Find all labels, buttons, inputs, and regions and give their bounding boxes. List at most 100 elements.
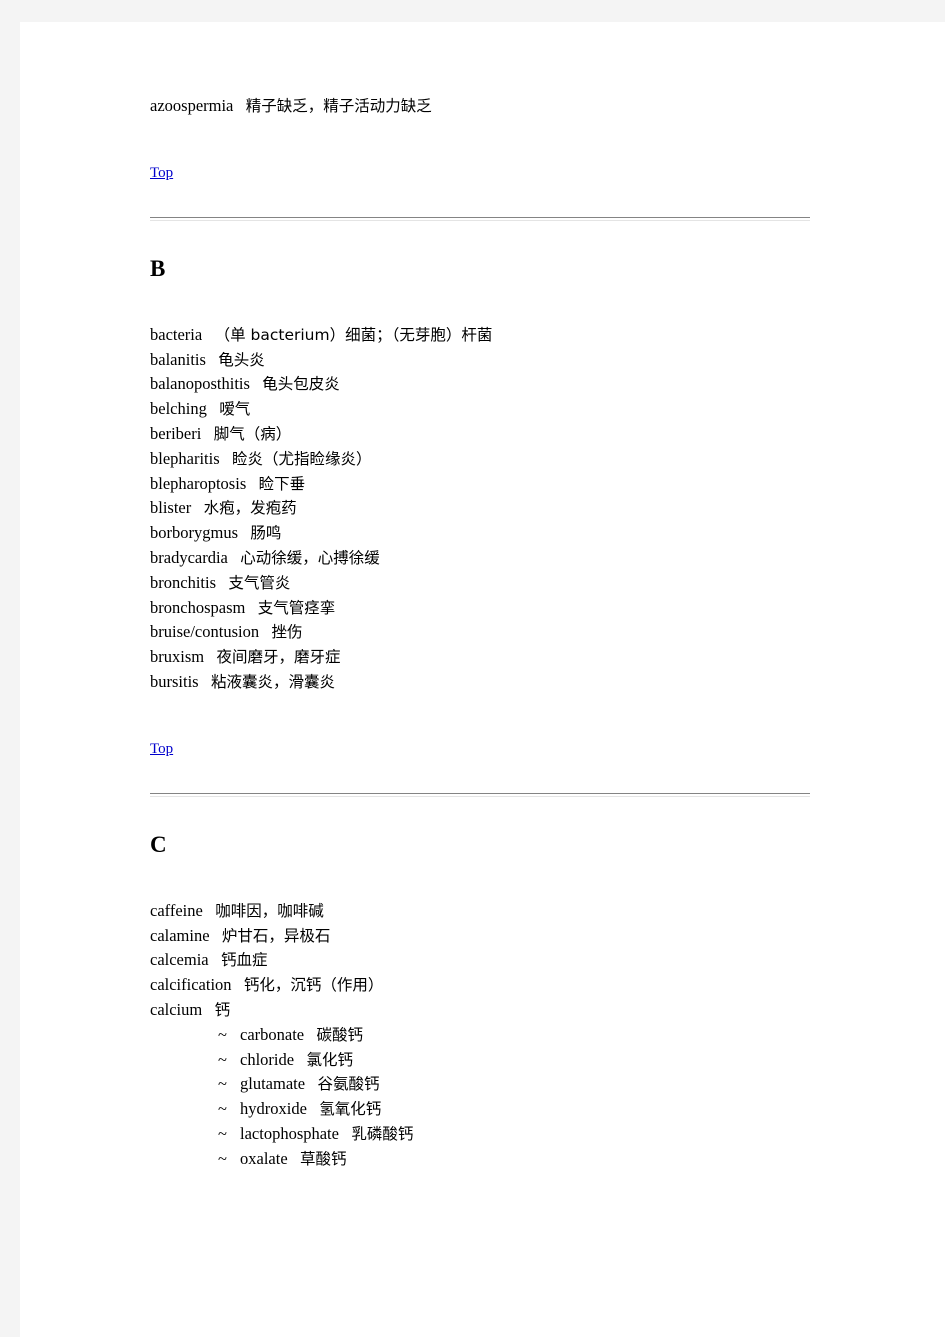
entry-term: carbonate: [240, 1024, 305, 1044]
entry-term: beriberi: [150, 423, 202, 443]
tilde-marker: ~: [218, 1024, 227, 1044]
entry-gloss: 乳磷酸钙: [351, 1124, 414, 1143]
entry-gloss: 支气管炎: [228, 573, 291, 592]
entry-term: azoospermia: [150, 96, 234, 115]
entry-term: bradycardia: [150, 547, 228, 567]
entry-gloss: 钙化，沉钙（作用）: [243, 976, 384, 995]
entry-spacer: [259, 622, 271, 641]
entry-gloss: 挫伤: [271, 623, 303, 642]
document-page: azoospermia 精子缺乏，精子活动力缺乏 Top B bacteria …: [20, 22, 945, 1337]
glossary-entry: bronchitis 支气管炎: [150, 571, 945, 596]
entry-spacer: [203, 901, 215, 920]
entry-term: chloride: [240, 1049, 295, 1069]
glossary-entry: blepharoptosis 睑下垂: [150, 472, 945, 497]
entry-term: blepharoptosis: [150, 473, 247, 493]
glossary-entry: blepharitis 睑炎（尤指睑缘炎）: [150, 447, 945, 472]
entry-list-b: bacteria （单 bacterium）细菌；（无芽胞）杆菌 balanit…: [150, 323, 945, 695]
glossary-entry: calamine 炉甘石，异极石: [150, 924, 945, 949]
entry-term: calcification: [150, 975, 232, 995]
glossary-entry: caffeine 咖啡因，咖啡碱: [150, 899, 945, 924]
entry-term: bruise/contusion: [150, 622, 260, 642]
entry-gloss: 炉甘石，异极石: [221, 926, 331, 945]
entry-gloss: 碳酸钙: [316, 1025, 364, 1044]
top-link-row-b: Top: [150, 739, 945, 759]
glossary-entry: blister 水疱，发疱药: [150, 496, 945, 521]
entry-term: calamine: [150, 925, 210, 945]
entry-spacer: [220, 449, 232, 468]
document-body: azoospermia 精子缺乏，精子活动力缺乏 Top B bacteria …: [20, 22, 945, 1172]
entry-gloss: 龟头包皮炎: [262, 375, 340, 394]
entry-gloss: 草酸钙: [300, 1149, 347, 1168]
entry-spacer: [233, 96, 245, 115]
glossary-entry: calcification 钙化，沉钙（作用）: [150, 973, 945, 998]
glossary-entry: bradycardia 心动徐缓，心搏徐缓: [150, 546, 945, 571]
entry-term: balanoposthitis: [150, 374, 250, 394]
entry-gloss: 夜间磨牙，磨牙症: [216, 648, 341, 667]
entry-spacer: [245, 598, 257, 617]
entry-term: bruxism: [150, 647, 205, 667]
entry-spacer: [202, 325, 214, 344]
entry-spacer: [305, 1074, 317, 1093]
entry-gloss: 粘液囊炎，滑囊炎: [210, 672, 335, 691]
glossary-sub-entry: ~ chloride 氯化钙: [150, 1048, 945, 1073]
entry-gloss: 钙血症: [221, 951, 268, 970]
entry-term: caffeine: [150, 900, 203, 920]
entry-spacer: [209, 950, 221, 969]
entry-spacer: [204, 647, 216, 666]
entry-term: bronchospasm: [150, 597, 246, 617]
glossary-entry: balanoposthitis 龟头包皮炎: [150, 372, 945, 397]
entry-list-c: caffeine 咖啡因，咖啡碱 calamine 炉甘石，异极石 calcem…: [150, 899, 945, 1172]
glossary-entry: bruxism 夜间磨牙，磨牙症: [150, 645, 945, 670]
entry-spacer: [206, 350, 218, 369]
entry-term: balanitis: [150, 349, 206, 369]
top-link[interactable]: Top: [150, 165, 173, 181]
section-heading-c: C: [150, 831, 167, 857]
top-link[interactable]: Top: [150, 741, 173, 757]
entry-spacer: [250, 374, 262, 393]
entry-term: bacteria: [150, 324, 203, 344]
glossary-entry: beriberi 脚气（病）: [150, 422, 945, 447]
entry-spacer: [201, 424, 213, 443]
entry-gloss: 氢氧化钙: [319, 1100, 382, 1119]
entry-gloss: 嗳气: [219, 400, 251, 419]
glossary-sub-entry: ~ oxalate 草酸钙: [150, 1147, 945, 1172]
entry-list-a: azoospermia 精子缺乏，精子活动力缺乏: [150, 94, 945, 119]
entry-spacer: [339, 1124, 351, 1143]
entry-spacer: [216, 573, 228, 592]
entry-gloss: 肠鸣: [250, 524, 282, 543]
entry-gloss: 谷氨酸钙: [317, 1075, 380, 1094]
entry-gloss: 心动徐缓，心搏徐缓: [240, 548, 380, 567]
entry-gloss: 精子缺乏，精子活动力缺乏: [245, 97, 432, 115]
glossary-entry: bronchospasm 支气管痉挛: [150, 596, 945, 621]
entry-term: lactophosphate: [240, 1123, 339, 1143]
glossary-sub-entry: ~ lactophosphate 乳磷酸钙: [150, 1122, 945, 1147]
glossary-entry: belching 嗳气: [150, 397, 945, 422]
entry-spacer: [202, 1000, 214, 1019]
entry-gloss: 咖啡因，咖啡碱: [215, 901, 324, 920]
entry-spacer: [246, 474, 258, 493]
entry-spacer: [191, 498, 203, 517]
entry-term: calcium: [150, 999, 203, 1019]
entry-term: bronchitis: [150, 572, 216, 592]
glossary-entry: borborygmus 肠鸣: [150, 521, 945, 546]
entry-term: bursitis: [150, 671, 199, 691]
entry-spacer: [232, 975, 244, 994]
entry-spacer: [307, 1099, 319, 1118]
entry-gloss: 脚气（病）: [213, 424, 292, 443]
glossary-entry: bacteria （单 bacterium）细菌；（无芽胞）杆菌: [150, 323, 945, 348]
entry-spacer: [288, 1149, 300, 1168]
entry-term: oxalate: [240, 1148, 288, 1168]
glossary-sub-entry: ~ hydroxide 氢氧化钙: [150, 1097, 945, 1122]
section-heading-b: B: [150, 255, 166, 281]
tilde-marker: ~: [218, 1123, 227, 1143]
glossary-entry: bursitis 粘液囊炎，滑囊炎: [150, 670, 945, 695]
entry-gloss: 水疱，发疱药: [203, 499, 297, 518]
entry-spacer: [304, 1025, 316, 1044]
glossary-entry: calcemia 钙血症: [150, 948, 945, 973]
